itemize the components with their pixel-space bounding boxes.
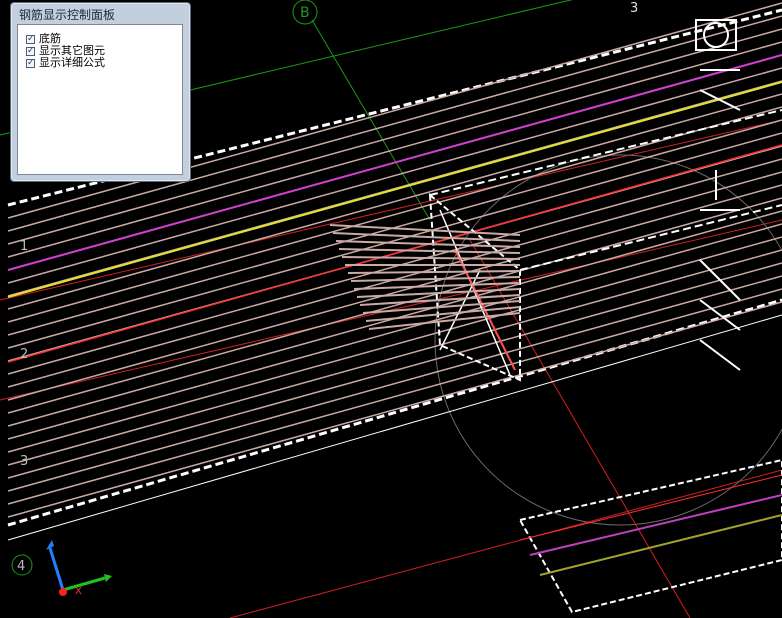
rebar-fan-line	[347, 270, 521, 274]
rebar-line	[7, 288, 782, 505]
panel-body: 底筋 显示其它图元 显示详细公式	[17, 24, 183, 175]
grid-line-red-c	[229, 469, 782, 618]
rebar-line	[7, 301, 782, 518]
rebar-line	[7, 158, 782, 375]
checkbox-show-detailed-formula[interactable]	[26, 57, 35, 69]
rebar-line	[7, 184, 782, 401]
option-label: 显示详细公式	[39, 56, 105, 69]
rebar-line	[7, 236, 782, 453]
axis-label-b: B	[300, 5, 310, 21]
beam-line-red	[519, 474, 782, 541]
grid-line-green-b	[311, 19, 431, 221]
axis-label-3: 3	[20, 454, 28, 469]
beam-box	[518, 458, 782, 614]
rebar-line	[7, 249, 782, 466]
rebar-line	[7, 275, 782, 492]
axis-label-3-top: 3	[630, 1, 638, 16]
checkbox-bottom-rebar[interactable]	[26, 33, 35, 45]
rebar-fan-line	[335, 240, 521, 248]
slab-edge	[7, 314, 782, 541]
option-show-detailed-formula[interactable]: 显示详细公式	[26, 57, 105, 69]
rebar-line	[7, 223, 782, 440]
axis-label-4: 4	[17, 559, 25, 574]
rebar-line	[7, 197, 782, 414]
rebar-fan-line	[338, 248, 521, 254]
axis-label-2: 2	[20, 347, 28, 362]
rebar-fan-line	[341, 256, 521, 260]
ucs-icon: X	[46, 540, 112, 597]
checkbox-show-other-elements[interactable]	[26, 45, 35, 57]
rebar-fan-line	[368, 312, 521, 330]
panel-title: 钢筋显示控制面板	[19, 8, 116, 22]
rebar-display-panel: 钢筋显示控制面板 底筋 显示其它图元 显示详细公式	[10, 2, 191, 182]
axis-label-1: 1	[20, 239, 28, 254]
ucs-x-label: X	[75, 586, 82, 597]
